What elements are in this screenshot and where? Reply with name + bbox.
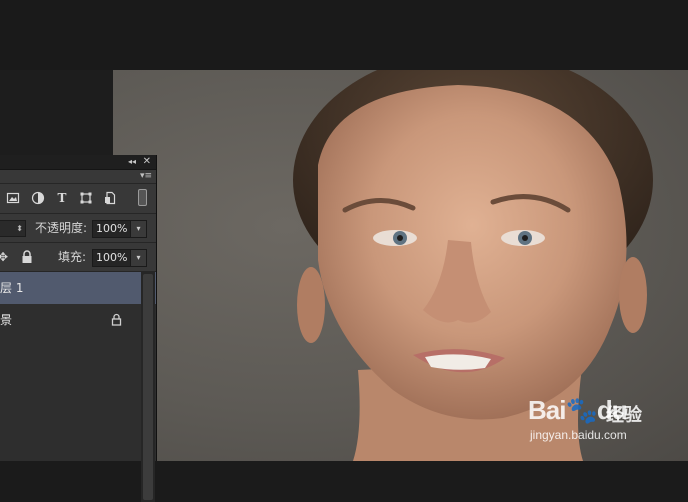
lock-fill-row: ✥ 填充: 100% ▾ (0, 243, 156, 272)
smart-object-filter-icon[interactable] (103, 191, 117, 205)
fill-value[interactable]: 100% (96, 250, 127, 266)
layers-scrollbar-thumb[interactable] (143, 274, 153, 500)
opacity-dropdown-icon[interactable]: ▾ (130, 221, 146, 237)
top-workspace-area (0, 0, 688, 70)
fill-label: 填充: (58, 250, 87, 264)
stepper-arrows-icon: ⬍ (16, 224, 23, 233)
layers-panel: ◂◂ ✕ ▾≡ T ⬍ 不透明度: 100% ▾ ✥ 填充: 100% ▾ 层 … (0, 155, 157, 502)
watermark-logo-text: Bai (528, 395, 566, 425)
close-panel-icon[interactable]: ✕ (143, 155, 151, 168)
type-filter-icon[interactable]: T (55, 191, 69, 205)
layers-list: 层 1 景 (0, 272, 156, 502)
panel-tab-bar: ▾≡ (0, 170, 156, 184)
layer-row-layer1[interactable]: 层 1 (0, 272, 156, 304)
blend-mode-dropdown[interactable]: ⬍ (0, 220, 26, 237)
paw-icon: 🐾 (565, 395, 597, 425)
layer-lock-icon (111, 313, 122, 329)
workspace-gap (0, 70, 113, 155)
baidu-watermark: Bai🐾du 经验 jingyan.baidu.com (528, 395, 678, 455)
filter-toggle-switch[interactable] (138, 189, 147, 206)
panel-title-bar: ◂◂ ✕ (0, 155, 156, 170)
layer-name: 层 1 (0, 281, 24, 295)
blend-opacity-row: ⬍ 不透明度: 100% ▾ (0, 214, 156, 243)
fill-field[interactable]: 100% ▾ (92, 249, 147, 267)
watermark-cn: 经验 (606, 405, 642, 426)
layer-name: 景 (0, 313, 13, 327)
lock-all-icon[interactable] (21, 250, 33, 267)
watermark-url: jingyan.baidu.com (530, 428, 627, 442)
opacity-value[interactable]: 100% (96, 221, 127, 237)
panel-menu-icon[interactable]: ▾≡ (140, 170, 152, 183)
shape-filter-icon[interactable] (79, 191, 93, 205)
collapse-panel-icon[interactable]: ◂◂ (128, 155, 136, 168)
layers-scrollbar[interactable] (141, 272, 155, 502)
layer-row-background[interactable]: 景 (0, 304, 156, 336)
layer-filter-row: T (0, 184, 156, 214)
opacity-field[interactable]: 100% ▾ (92, 220, 147, 238)
adjustment-filter-icon[interactable] (31, 191, 45, 205)
image-filter-icon[interactable] (6, 191, 20, 205)
lock-position-icon[interactable]: ✥ (0, 250, 8, 264)
opacity-label: 不透明度: (35, 221, 88, 235)
fill-dropdown-icon[interactable]: ▾ (130, 250, 146, 266)
